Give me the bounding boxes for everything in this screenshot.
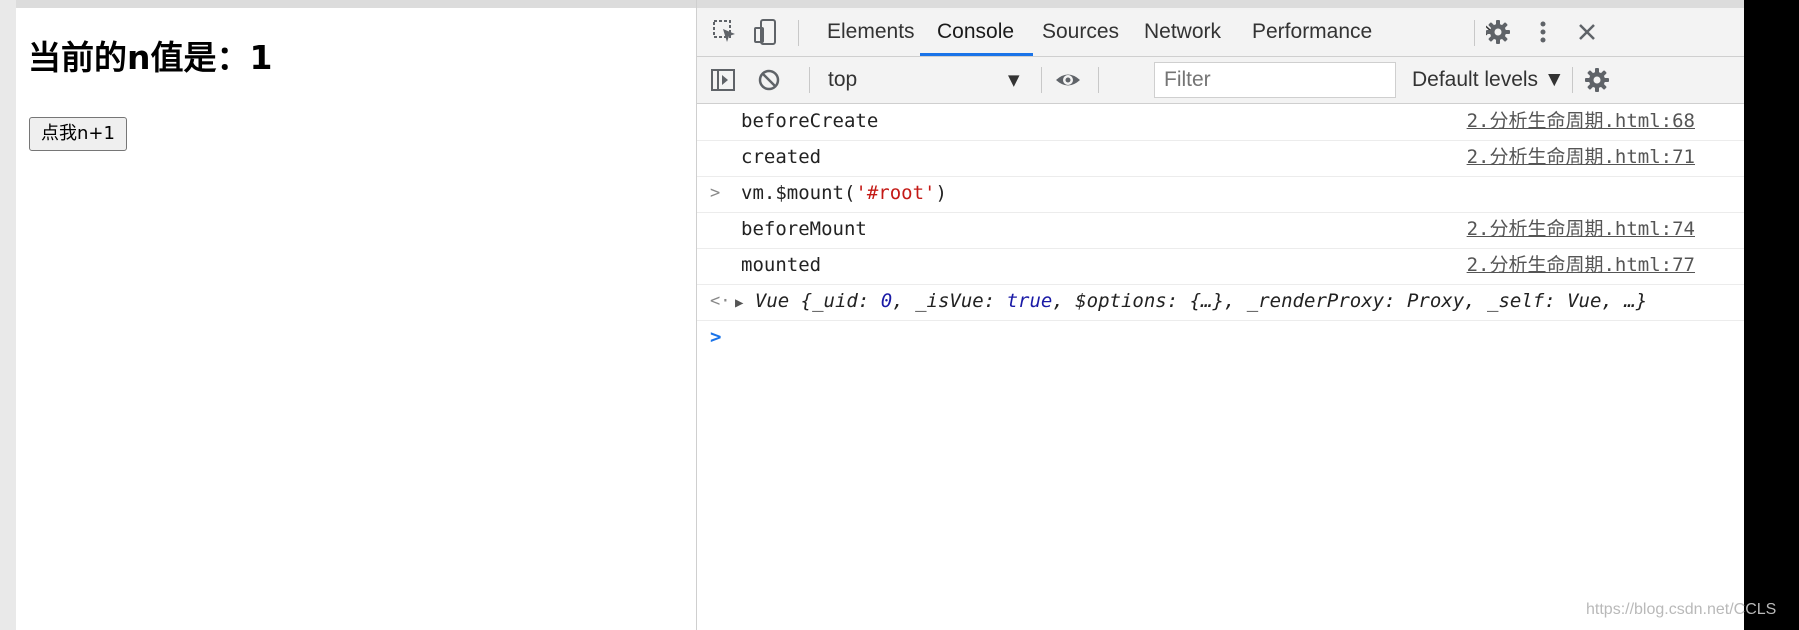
inspect-element-icon[interactable] — [711, 18, 739, 46]
console-log-row: beforeMount 2.分析生命周期.html:74 — [697, 212, 1744, 249]
devtools-tabbar: Elements Console Sources Network Perform… — [697, 8, 1744, 57]
log-message: mounted — [741, 254, 822, 276]
counter-heading: 当前的n值是：1 — [28, 38, 273, 77]
log-message: beforeCreate — [741, 110, 879, 132]
source-link[interactable]: 2.分析生命周期.html:74 — [1467, 212, 1695, 247]
console-input-row: > vm.$mount('#root') — [697, 176, 1744, 213]
browser-window: 当前的n值是：1 点我n+1 Elements Console Sources … — [0, 0, 1744, 630]
devtools-top-edge — [697, 0, 1744, 8]
page-top-edge — [16, 0, 696, 8]
result-number: 0 — [880, 290, 893, 312]
result-boolean: true — [1006, 290, 1053, 312]
clear-console-icon[interactable] — [755, 66, 783, 94]
console-output: beforeCreate 2.分析生命周期.html:68 created 2.… — [697, 104, 1744, 630]
source-link[interactable]: 2.分析生命周期.html:68 — [1467, 104, 1695, 139]
result-object[interactable]: ▶ Vue {_uid: 0, _isVue: true, $options: … — [735, 284, 1647, 321]
tab-performance[interactable]: Performance — [1252, 8, 1372, 56]
device-toolbar-icon[interactable] — [752, 18, 780, 46]
input-string-arg: '#root' — [855, 182, 936, 204]
source-link[interactable]: 2.分析生命周期.html:71 — [1467, 140, 1695, 175]
watermark: https://blog.csdn.net/CCLS — [1586, 601, 1777, 618]
source-link[interactable]: 2.分析生命周期.html:77 — [1467, 248, 1695, 283]
console-log-row: mounted 2.分析生命周期.html:77 — [697, 248, 1744, 285]
result-text: , $options: {…}, _renderProxy: Proxy, _s… — [1052, 290, 1648, 312]
log-message: beforeMount — [741, 218, 867, 240]
close-icon[interactable] — [1573, 18, 1601, 46]
page-viewport: 当前的n值是：1 点我n+1 — [16, 8, 696, 630]
result-text: , _isVue: — [892, 290, 1007, 312]
console-filter-input[interactable] — [1154, 62, 1396, 98]
active-tab-indicator — [920, 53, 1034, 56]
sidebar-toggle-icon[interactable] — [709, 66, 737, 94]
more-vert-icon[interactable] — [1529, 18, 1557, 46]
tab-elements[interactable]: Elements — [827, 8, 915, 56]
console-result-row[interactable]: <· ▶ Vue {_uid: 0, _isVue: true, $option… — [697, 284, 1744, 321]
prompt-chevron-icon: > — [710, 326, 722, 348]
tab-sources[interactable]: Sources — [1042, 8, 1119, 56]
toolbar-separator — [1041, 67, 1042, 93]
devtools-panel: Elements Console Sources Network Perform… — [696, 0, 1744, 630]
input-function: vm.$mount( — [741, 182, 856, 204]
tabbar-separator — [1474, 20, 1475, 46]
console-log-row: beforeCreate 2.分析生命周期.html:68 — [697, 104, 1744, 141]
input-chevron-icon: > — [710, 183, 721, 203]
expand-triangle-icon[interactable]: ▶ — [735, 295, 743, 311]
live-expression-eye-icon[interactable] — [1054, 66, 1082, 94]
input-close-paren: ) — [935, 182, 947, 204]
toolbar-separator — [1572, 67, 1573, 93]
console-input-echo: vm.$mount('#root') — [741, 176, 947, 211]
log-levels-dropdown[interactable]: Default levels ▼ — [1412, 57, 1565, 103]
console-log-row: created 2.分析生命周期.html:71 — [697, 140, 1744, 177]
window-edge — [0, 0, 16, 630]
console-prompt-row[interactable]: > — [697, 320, 1744, 356]
tab-console[interactable]: Console — [920, 8, 1034, 56]
context-selector[interactable]: top ▼ — [828, 57, 1036, 103]
toolbar-separator — [809, 67, 810, 93]
context-label: top — [828, 68, 858, 91]
tab-console-label: Console — [937, 20, 1015, 43]
log-message: created — [741, 146, 822, 168]
tabbar-separator — [798, 20, 799, 46]
console-toolbar: top ▼ Default levels ▼ — [697, 57, 1744, 104]
console-settings-gear-icon[interactable] — [1583, 66, 1611, 94]
chevron-down-icon: ▼ — [1008, 71, 1020, 89]
tab-network[interactable]: Network — [1144, 8, 1221, 56]
increment-button[interactable]: 点我n+1 — [29, 117, 127, 151]
toolbar-separator — [1098, 67, 1099, 93]
settings-gear-icon[interactable] — [1484, 18, 1512, 46]
result-arrow-icon: <· — [710, 291, 731, 311]
result-text: Vue {_uid: — [754, 290, 881, 312]
